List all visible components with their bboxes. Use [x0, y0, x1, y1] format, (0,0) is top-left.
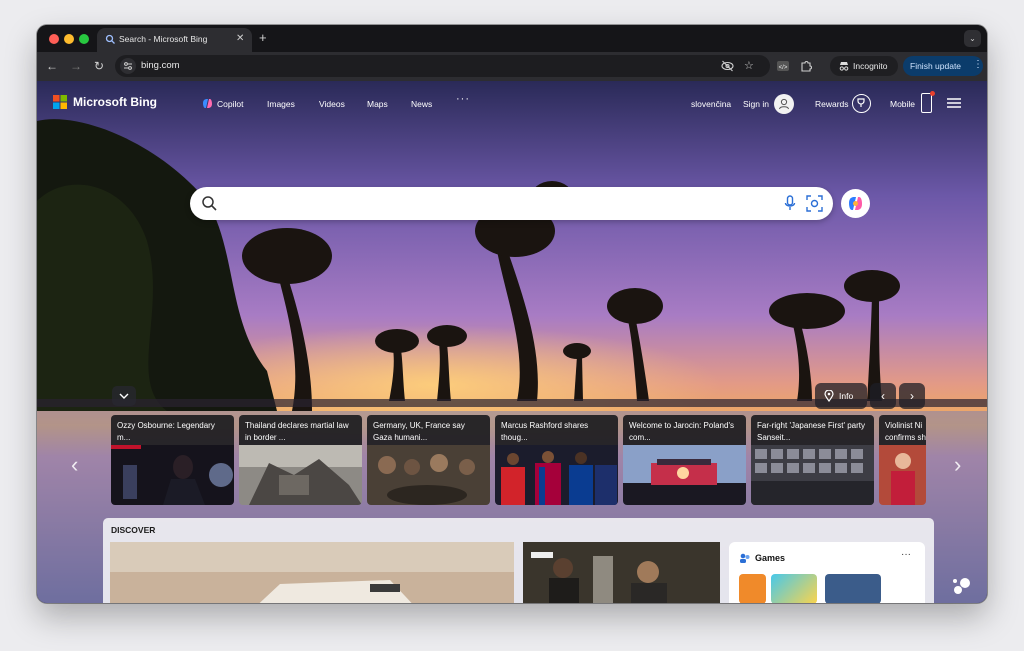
- tab-bar: Search - Microsoft Bing ✕ + ⌄: [37, 25, 987, 52]
- language-link[interactable]: slovenčina: [691, 99, 731, 109]
- news-card-title: Violinist Ni confirms sh: [885, 421, 926, 442]
- nav-maps[interactable]: Maps: [367, 99, 388, 109]
- next-image-chevron-right-icon[interactable]: ›: [899, 383, 925, 409]
- news-card[interactable]: Violinist Ni confirms sh: [879, 415, 926, 505]
- news-next-chevron-right-icon[interactable]: ›: [954, 452, 961, 478]
- games-more-icon[interactable]: ···: [901, 549, 911, 560]
- tab-title: Search - Microsoft Bing: [119, 34, 208, 44]
- copilot-button[interactable]: [841, 189, 870, 218]
- nav-videos[interactable]: Videos: [319, 99, 345, 109]
- maximize-window-button[interactable]: [79, 34, 89, 44]
- news-card-title: Far-right 'Japanese First' party Sanseit…: [757, 421, 865, 442]
- feedback-chat-icon[interactable]: [950, 575, 974, 599]
- bookmark-star-icon[interactable]: ☆: [744, 59, 754, 72]
- browser-toolbar: ← → ↻ bing.com ☆ </> Incognito Finish up…: [37, 52, 987, 81]
- news-card-title: Ozzy Osbourne: Legendary m...: [117, 421, 215, 442]
- discover-card[interactable]: [110, 542, 514, 603]
- microsoft-logo-icon[interactable]: [53, 95, 67, 109]
- more-menu-icon: ⋮: [973, 59, 983, 70]
- minimize-window-button[interactable]: [64, 34, 74, 44]
- reload-icon[interactable]: ↻: [94, 58, 104, 74]
- address-bar[interactable]: bing.com ☆: [115, 55, 770, 77]
- incognito-icon: [839, 62, 849, 71]
- hamburger-menu-icon[interactable]: [947, 98, 961, 108]
- news-card[interactable]: Welcome to Jarocin: Poland's com...: [623, 415, 746, 505]
- game-tile-icon[interactable]: [739, 574, 766, 603]
- back-icon[interactable]: ←: [46, 58, 58, 74]
- discover-card-image: [110, 542, 514, 603]
- microphone-icon[interactable]: [784, 195, 796, 212]
- finish-update-label: Finish update: [910, 61, 962, 71]
- avatar[interactable]: [774, 94, 794, 114]
- user-icon: [779, 98, 789, 110]
- nav-images[interactable]: Images: [267, 99, 295, 109]
- svg-text:</>: </>: [779, 65, 788, 71]
- extension-devtools-icon[interactable]: </>: [776, 59, 790, 73]
- copilot-logo-icon: [849, 197, 862, 210]
- search-input[interactable]: [224, 193, 768, 215]
- games-title: Games: [755, 553, 786, 563]
- news-card[interactable]: Far-right 'Japanese First' party Sanseit…: [751, 415, 874, 505]
- nav-copilot[interactable]: Copilot: [217, 99, 243, 109]
- game-tile-icon[interactable]: [825, 574, 881, 603]
- discover-label: DISCOVER: [111, 525, 156, 535]
- game-tile-icon[interactable]: [771, 574, 817, 603]
- info-label: Info: [839, 391, 854, 401]
- site-info-icon[interactable]: [120, 58, 136, 74]
- news-card[interactable]: Thailand declares martial law in border …: [239, 415, 362, 505]
- visual-search-camera-icon[interactable]: [806, 195, 823, 212]
- news-card-image: [111, 445, 234, 505]
- news-card-image: [239, 445, 362, 505]
- search-icon: [202, 196, 217, 211]
- tab-bing-search[interactable]: Search - Microsoft Bing ✕: [97, 28, 252, 52]
- news-card-image: [623, 445, 746, 505]
- search-icon: [105, 34, 115, 44]
- news-card-title: Welcome to Jarocin: Poland's com...: [629, 421, 734, 442]
- chevron-down-icon: [119, 393, 129, 399]
- news-card[interactable]: Ozzy Osbourne: Legendary m...: [111, 415, 234, 505]
- browser-window: Search - Microsoft Bing ✕ + ⌄ ← → ↻ bing…: [37, 25, 987, 603]
- games-card[interactable]: Games ···: [729, 542, 925, 603]
- image-info-button[interactable]: Info: [815, 383, 867, 409]
- news-card[interactable]: Germany, UK, France say Gaza humani...: [367, 415, 490, 505]
- copilot-icon: [203, 99, 212, 108]
- search-box: [190, 187, 833, 220]
- notification-dot: [930, 91, 935, 96]
- rewards-trophy-icon[interactable]: [852, 94, 871, 113]
- tab-close-icon[interactable]: ✕: [236, 33, 244, 44]
- news-card-image: [751, 445, 874, 505]
- collapse-feed-button[interactable]: [112, 386, 136, 406]
- news-card-title: Thailand declares martial law in border …: [245, 421, 349, 442]
- bing-homepage: Microsoft Bing Copilot Images Videos Map…: [37, 81, 987, 603]
- mobile-link[interactable]: Mobile: [890, 99, 915, 109]
- rewards-link[interactable]: Rewards: [815, 99, 849, 109]
- finish-update-button[interactable]: Finish update ⋮: [903, 56, 983, 76]
- news-prev-chevron-left-icon[interactable]: ‹: [71, 452, 78, 478]
- incognito-label: Incognito: [853, 61, 888, 71]
- games-people-icon: [740, 553, 750, 563]
- news-card-image: [879, 445, 926, 505]
- brand-name[interactable]: Microsoft Bing: [73, 95, 157, 109]
- news-card-title: Marcus Rashford shares thoug...: [501, 421, 589, 442]
- nav-more-icon[interactable]: ···: [456, 93, 470, 105]
- mobile-phone-icon[interactable]: [921, 93, 932, 113]
- news-card-title: Germany, UK, France say Gaza humani...: [373, 421, 465, 442]
- news-card[interactable]: Marcus Rashford shares thoug...: [495, 415, 618, 505]
- news-card-image: [495, 445, 618, 505]
- previous-image-chevron-left-icon[interactable]: ‹: [870, 383, 896, 409]
- sign-in-link[interactable]: Sign in: [743, 99, 769, 109]
- tab-search-chevron-icon[interactable]: ⌄: [964, 30, 981, 47]
- url-text: bing.com: [141, 60, 180, 71]
- incognito-indicator[interactable]: Incognito: [830, 56, 898, 76]
- eye-off-icon[interactable]: [721, 60, 734, 72]
- nav-news[interactable]: News: [411, 99, 432, 109]
- location-pin-icon: [824, 390, 834, 402]
- forward-icon[interactable]: →: [70, 58, 82, 74]
- close-window-button[interactable]: [49, 34, 59, 44]
- new-tab-button[interactable]: +: [259, 30, 267, 45]
- discover-card-image: [523, 542, 720, 603]
- news-card-image: [367, 445, 490, 505]
- discover-card[interactable]: [523, 542, 720, 603]
- extensions-puzzle-icon[interactable]: [799, 59, 813, 73]
